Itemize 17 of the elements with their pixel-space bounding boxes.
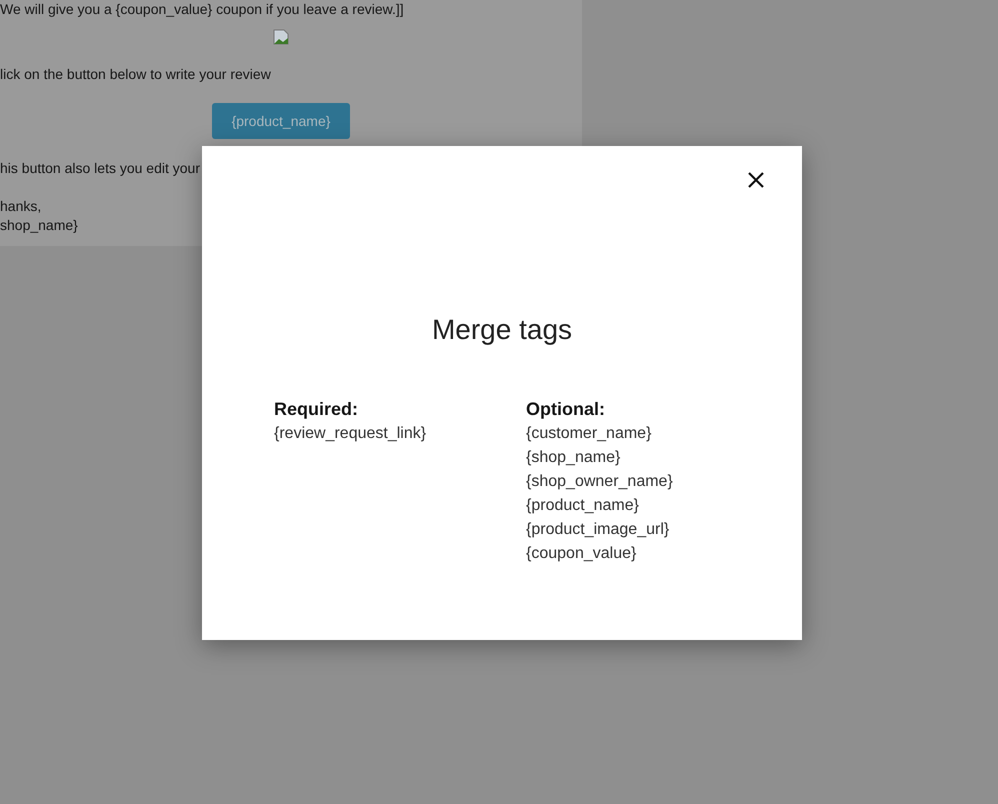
merge-tag: {review_request_link} (274, 422, 526, 446)
merge-tag: {coupon_value} (526, 542, 726, 566)
broken-image-icon (273, 29, 289, 45)
review-button[interactable]: {product_name} (212, 103, 350, 139)
body-text: We will give you a {coupon_value} coupon if you leave a review.]] (0, 0, 405, 19)
merge-tag: {shop_owner_name} (526, 470, 726, 494)
body-text: hanks, (0, 197, 42, 216)
body-text: lick on the button below to write your review (0, 65, 272, 84)
column-heading: Required: (274, 398, 360, 421)
merge-tag: {customer_name} (526, 422, 726, 446)
merge-tag: {product_image_url} (526, 518, 726, 542)
body-text: his button also lets you edit your (0, 159, 202, 178)
merge-tag: {shop_name} (526, 446, 726, 470)
body-text: shop_name} (0, 216, 79, 235)
merge-tag: {product_name} (526, 494, 726, 518)
dialog-title: Merge tags (432, 314, 572, 346)
column-heading: Optional: (526, 398, 606, 421)
